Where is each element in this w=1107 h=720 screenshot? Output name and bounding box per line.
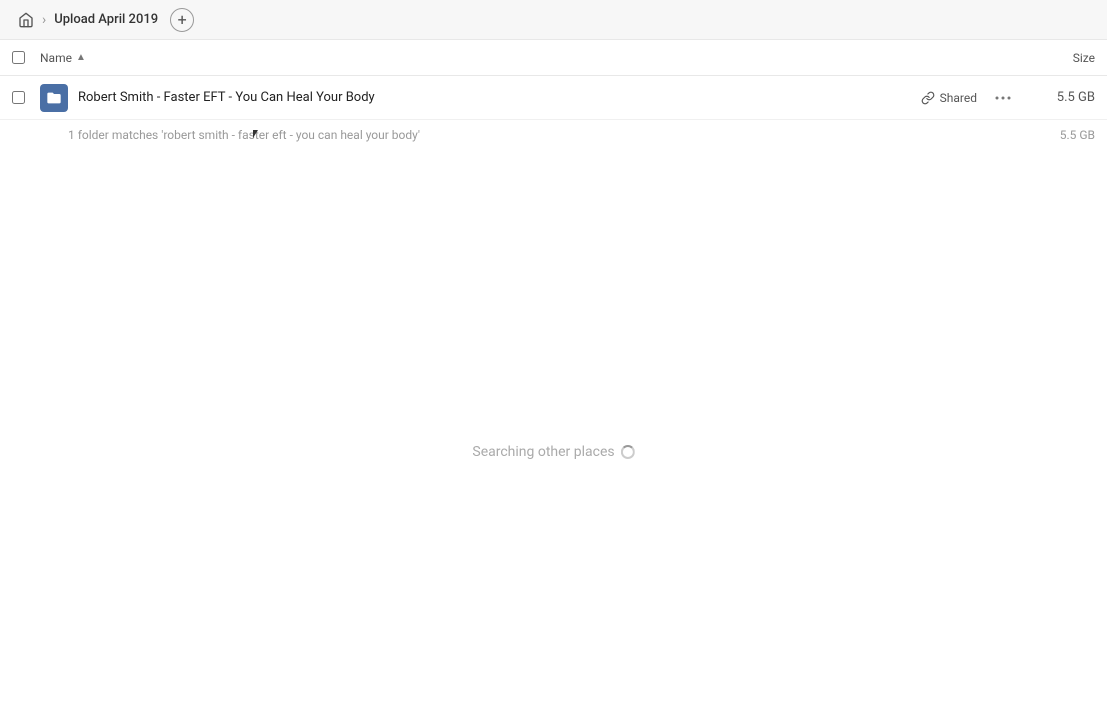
more-options-button[interactable] (989, 84, 1017, 112)
breadcrumb-upload-april[interactable]: Upload April 2019 (48, 8, 164, 31)
file-size: 5.5 GB (1025, 90, 1095, 105)
match-info-size: 5.5 GB (1060, 128, 1095, 142)
name-column-header[interactable]: Name ▲ (40, 51, 1025, 65)
row-checkbox[interactable] (12, 91, 40, 104)
searching-other-places: Searching other places (472, 444, 634, 460)
folder-icon (40, 84, 68, 112)
more-dots-icon (995, 96, 1011, 100)
column-headers: Name ▲ Size (0, 40, 1107, 76)
select-all-checkbox[interactable] (12, 51, 40, 64)
select-all-input[interactable] (12, 51, 25, 64)
toolbar: › Upload April 2019 + (0, 0, 1107, 40)
size-column-header: Size (1025, 51, 1095, 65)
file-row[interactable]: Robert Smith - Faster EFT - You Can Heal… (0, 76, 1107, 120)
home-button[interactable] (12, 6, 40, 34)
add-button[interactable]: + (170, 8, 194, 32)
name-column-label: Name (40, 51, 72, 65)
file-name: Robert Smith - Faster EFT - You Can Heal… (78, 90, 921, 105)
breadcrumb-separator: › (42, 12, 46, 28)
link-icon (921, 91, 935, 105)
match-info-row: 1 folder matches 'robert smith - faster … (0, 120, 1107, 150)
sort-icon: ▲ (76, 52, 86, 63)
shared-badge: Shared (921, 91, 977, 105)
match-info-text: 1 folder matches 'robert smith - faster … (68, 128, 420, 142)
shared-label: Shared (940, 91, 977, 105)
loading-spinner (621, 445, 635, 459)
row-checkbox-input[interactable] (12, 91, 25, 104)
searching-label: Searching other places (472, 444, 614, 460)
